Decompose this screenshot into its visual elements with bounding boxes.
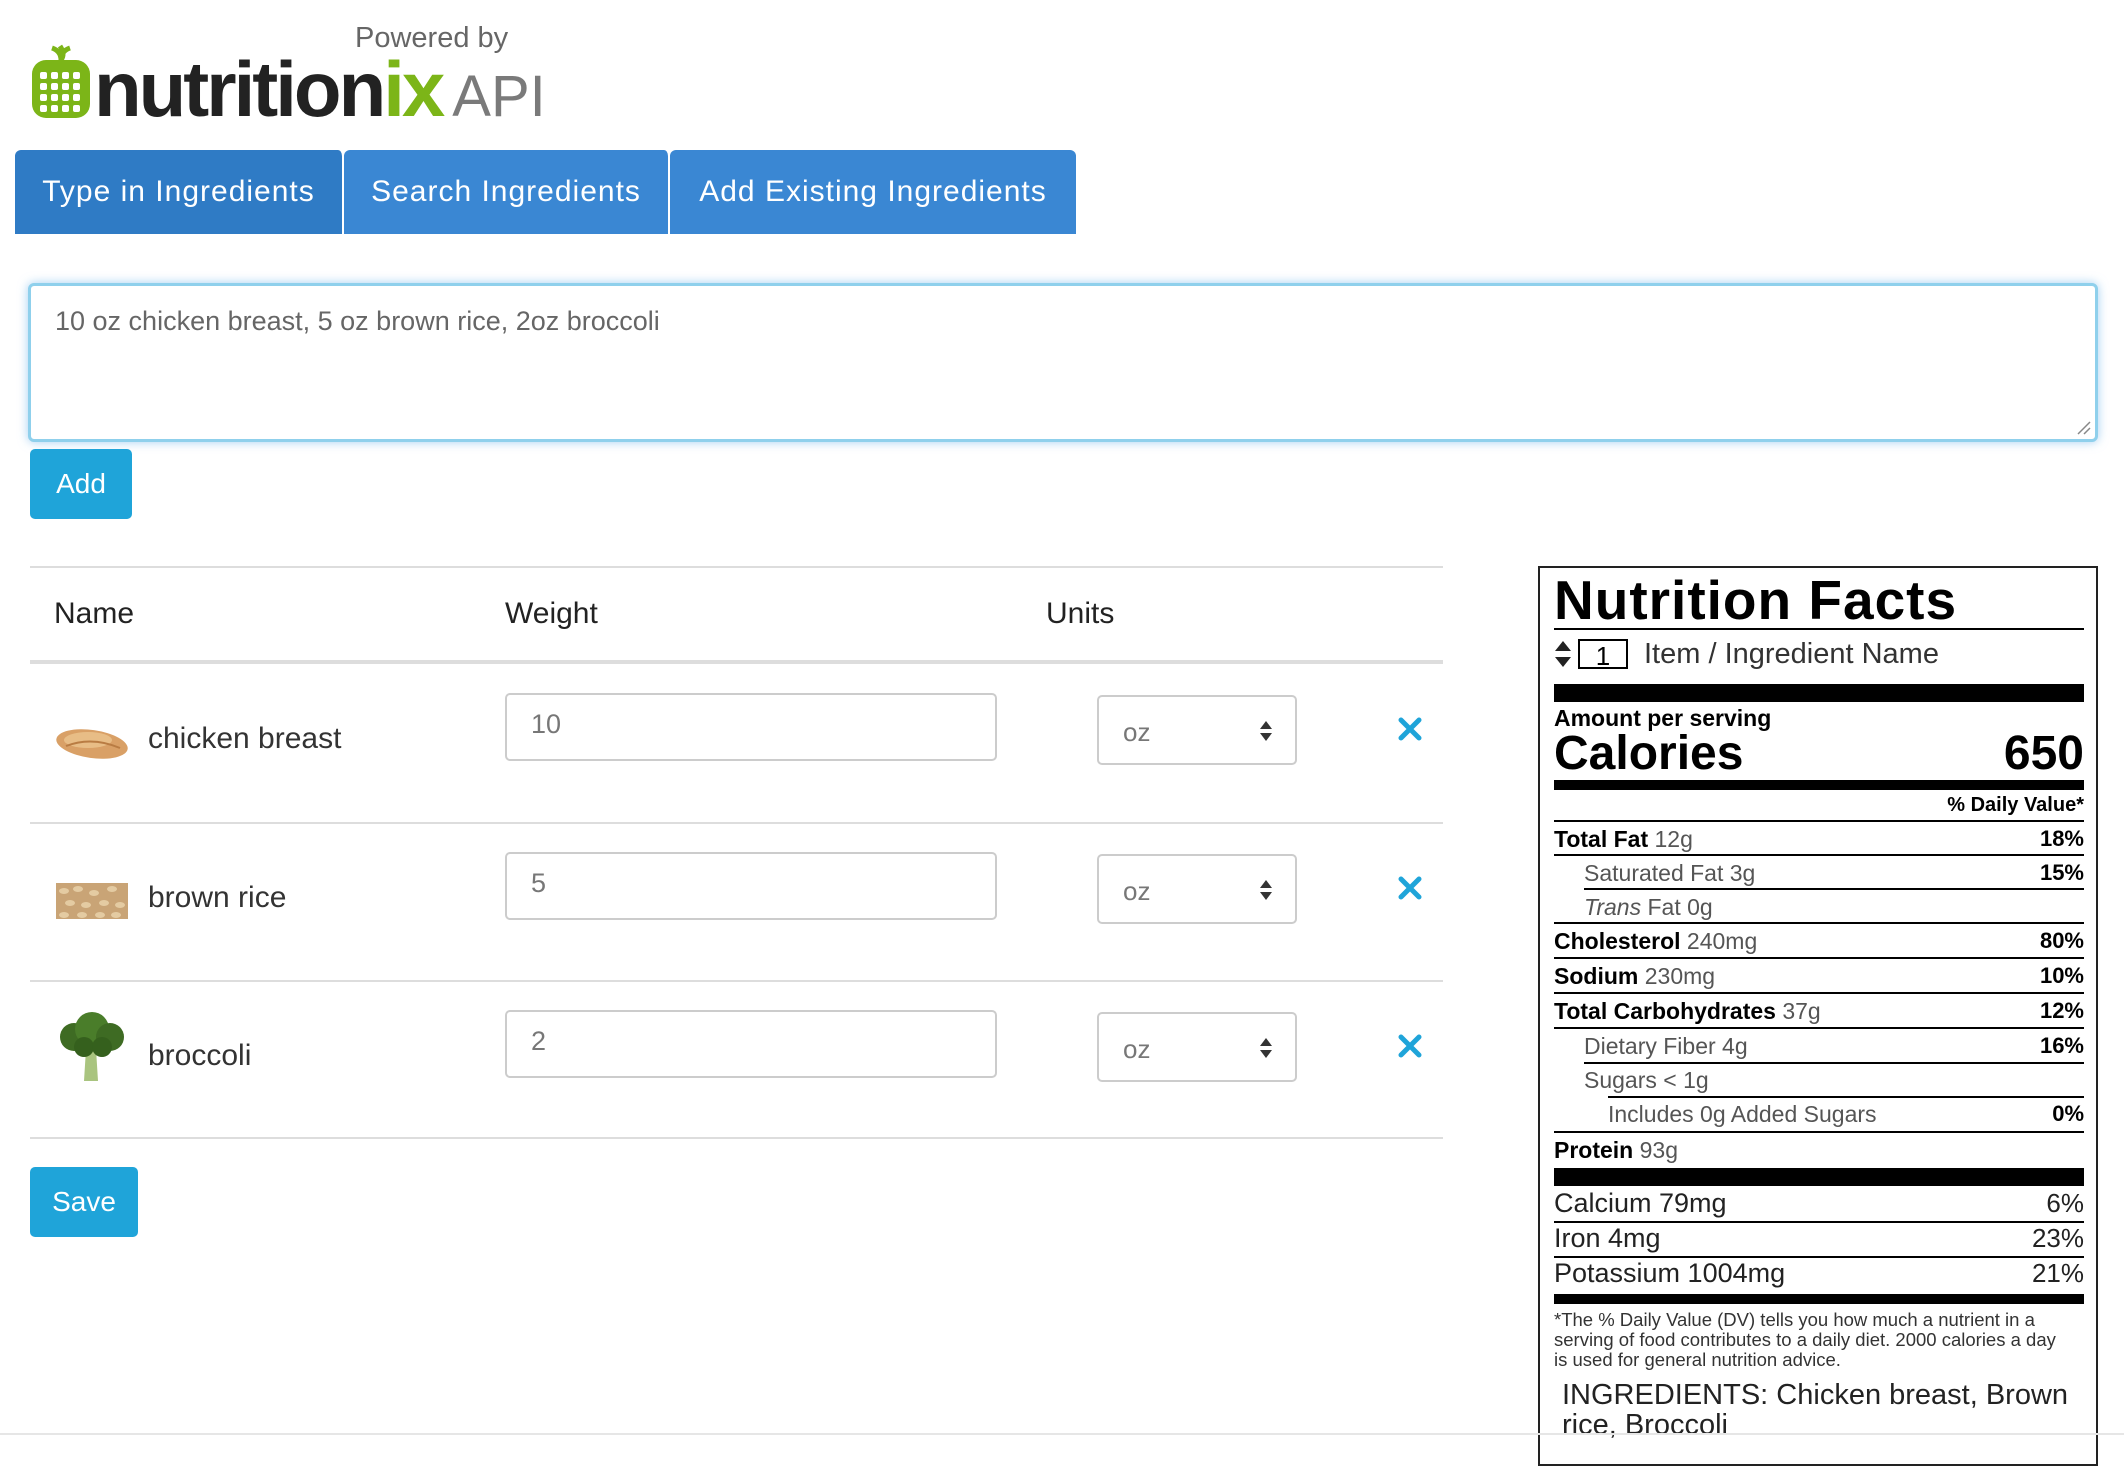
thick-divider [1554, 1168, 2084, 1186]
unit-select-value: oz [1123, 1034, 1151, 1064]
table-row: brown rice 5 oz [30, 823, 1443, 981]
tab-type-in-ingredients[interactable]: Type in Ingredients [15, 150, 344, 234]
chicken-breast-image [56, 729, 128, 759]
medium-divider [1554, 780, 2084, 790]
unit-select-value: oz [1123, 876, 1151, 906]
divider [1554, 820, 2084, 822]
divider [1554, 992, 2084, 994]
table-top-border [30, 566, 1443, 568]
select-arrows-icon [1260, 880, 1272, 900]
input-mode-tabs: Type in Ingredients Search Ingredients A… [15, 150, 1076, 234]
remove-ingredient-icon[interactable] [1397, 1033, 1423, 1059]
serving-row: 1 Item / Ingredient Name [1554, 636, 1939, 672]
total-carbs-row: Total Carbohydrates 37g [1554, 998, 1821, 1024]
divider [1554, 1027, 2084, 1029]
calories-value: 650 [2003, 727, 2084, 780]
unit-select[interactable]: oz [1097, 695, 1297, 765]
brand-api: API [452, 64, 546, 129]
ingredients-textarea-value: 10 oz chicken breast, 5 oz brown rice, 2… [55, 306, 660, 336]
added-sugars-dv: 0% [2052, 1101, 2084, 1126]
divider [1608, 1096, 2084, 1098]
sodium-dv: 10% [2039, 963, 2084, 988]
ingredient-name: brown rice [148, 881, 287, 914]
total-carbs-dv: 12% [2039, 998, 2084, 1023]
divider [1554, 628, 2084, 630]
ingredients-list: INGREDIENTS: Chicken breast, Brown rice,… [1562, 1379, 2069, 1441]
divider [1554, 1131, 2084, 1133]
potassium-row: Potassium 1004mg [1554, 1258, 1786, 1288]
iron-dv: 23% [2031, 1223, 2084, 1253]
nutrition-facts-title: Nutrition Facts [1554, 569, 1958, 631]
ingredient-name: chicken breast [148, 722, 342, 755]
divider [1554, 854, 2084, 856]
sugars-row: Sugars < 1g [1584, 1067, 1709, 1093]
column-header-name: Name [54, 597, 135, 630]
column-header-units: Units [1046, 597, 1115, 630]
brown-rice-image [56, 883, 128, 919]
divider [1554, 957, 2084, 959]
potassium-dv: 21% [2031, 1258, 2084, 1288]
total-fat-row: Total Fat 12g [1554, 826, 1693, 852]
divider [1584, 888, 2084, 890]
item-name-label: Item / Ingredient Name [1644, 637, 1939, 670]
saturated-fat-dv: 15% [2039, 860, 2084, 885]
protein-row: Protein 93g [1554, 1137, 1678, 1163]
resize-handle-icon[interactable] [2075, 419, 2091, 435]
trans-fat-row: Trans Fat 0g [1584, 894, 1713, 920]
serving-stepper-icon[interactable] [1554, 639, 1572, 669]
table-row: broccoli 2 oz [30, 981, 1443, 1139]
apple-calculator-icon [32, 44, 90, 118]
weight-input[interactable]: 5 [505, 852, 997, 920]
total-fat-dv: 18% [2039, 826, 2084, 851]
add-button[interactable]: Add [30, 449, 132, 519]
sodium-row: Sodium 230mg [1554, 963, 1716, 989]
table-row: chicken breast 10 oz [30, 664, 1443, 822]
weight-input[interactable]: 10 [505, 693, 997, 761]
unit-select[interactable]: oz [1097, 1012, 1297, 1082]
calcium-row: Calcium 79mg [1554, 1188, 1727, 1218]
calcium-dv: 6% [2046, 1188, 2084, 1218]
dietary-fiber-row: Dietary Fiber 4g [1584, 1033, 1748, 1059]
brand-ix: ix [383, 45, 445, 133]
nutritionix-logo: Powered by nutritionix API [30, 20, 546, 128]
saturated-fat-row: Saturated Fat 3g [1584, 860, 1756, 886]
divider [1554, 922, 2084, 924]
tab-add-existing-ingredients[interactable]: Add Existing Ingredients [670, 150, 1076, 234]
daily-value-footnote: *The % Daily Value (DV) tells you how mu… [1554, 1309, 2056, 1370]
broccoli-image [60, 1012, 124, 1081]
added-sugars-row: Includes 0g Added Sugars [1608, 1101, 1877, 1127]
thick-divider [1554, 684, 2084, 702]
ingredient-name: broccoli [148, 1039, 252, 1072]
unit-select[interactable]: oz [1097, 854, 1297, 924]
brand-wordmark: nutritionix API [94, 50, 546, 128]
select-arrows-icon [1260, 721, 1272, 741]
calories-label: Calories [1554, 727, 1744, 780]
nutrition-facts-label: Nutrition Facts 1 Item / Ingredient Name… [1538, 566, 2098, 1466]
unit-select-value: oz [1123, 717, 1151, 747]
cholesterol-dv: 80% [2039, 928, 2084, 953]
column-header-weight: Weight [505, 597, 598, 630]
remove-ingredient-icon[interactable] [1397, 716, 1423, 742]
iron-row: Iron 4mg [1554, 1223, 1661, 1253]
dietary-fiber-dv: 16% [2039, 1033, 2084, 1058]
table-bottom-border [30, 1137, 1443, 1139]
save-button[interactable]: Save [30, 1167, 138, 1237]
daily-value-header: % Daily Value* [1947, 794, 2084, 816]
brand-main: nutrition [94, 45, 386, 133]
servings-input[interactable]: 1 [1578, 639, 1628, 671]
divider [1584, 1062, 2084, 1064]
tab-search-ingredients[interactable]: Search Ingredients [344, 150, 670, 234]
page-bottom-border [0, 1433, 2124, 1435]
ingredients-textarea[interactable]: 10 oz chicken breast, 5 oz brown rice, 2… [28, 283, 2098, 442]
weight-input[interactable]: 2 [505, 1010, 997, 1078]
cholesterol-row: Cholesterol 240mg [1554, 928, 1758, 954]
remove-ingredient-icon[interactable] [1397, 875, 1423, 901]
medium-divider [1554, 1294, 2084, 1304]
select-arrows-icon [1260, 1038, 1272, 1058]
